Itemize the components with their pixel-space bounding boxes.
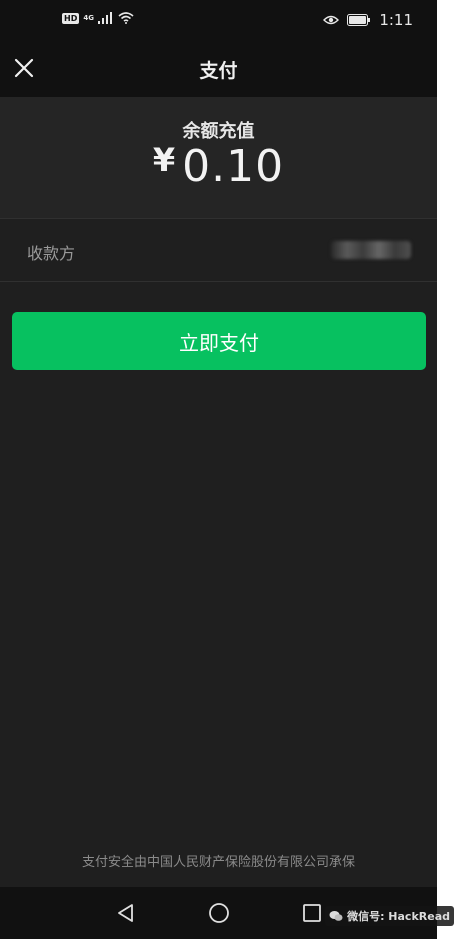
status-time: 1:11 (379, 11, 413, 29)
amount-value: 0.10 (182, 141, 285, 192)
amount-section: 余额充值 ¥0.10 (0, 97, 437, 218)
watermark: 微信号: HackRead (325, 906, 454, 926)
eye-icon (323, 15, 340, 25)
payee-row: 收款方 (0, 219, 437, 281)
payee-name-redacted (331, 241, 411, 259)
back-button[interactable] (114, 901, 138, 925)
status-right: 1:11 (323, 11, 413, 29)
battery-icon (347, 14, 371, 26)
pay-now-button[interactable]: 立即支付 (12, 312, 426, 370)
page-title: 支付 (199, 60, 238, 82)
hd-badge: HD (62, 12, 80, 24)
signal-icon (97, 12, 112, 24)
amount-display: ¥0.10 (0, 141, 437, 192)
page-margin (437, 0, 456, 939)
home-circle-icon (209, 903, 229, 923)
divider (0, 281, 437, 282)
insurance-note: 支付安全由中国人民财产保险股份有限公司承保 (81, 855, 355, 870)
nav-bar: 支付 (0, 42, 437, 97)
amount-label: 余额充值 (182, 121, 255, 142)
phone-screen: HD 4G 1:11 支付 余额充值 ¥ 0.10 收款方 立即支付 支付安全由… (0, 0, 437, 939)
home-button[interactable] (207, 901, 231, 925)
recents-square-icon (303, 904, 321, 922)
recents-button[interactable] (300, 901, 324, 925)
back-triangle-icon (118, 904, 133, 922)
currency-symbol: ¥ (152, 141, 177, 179)
wifi-icon (118, 12, 134, 24)
wechat-icon (329, 911, 343, 921)
payee-label: 收款方 (27, 244, 76, 263)
watermark-text: 微信号: HackRead (347, 910, 450, 923)
status-left: HD 4G (62, 12, 134, 24)
network-label: 4G (83, 14, 94, 22)
status-bar: HD 4G 1:11 (0, 0, 437, 42)
